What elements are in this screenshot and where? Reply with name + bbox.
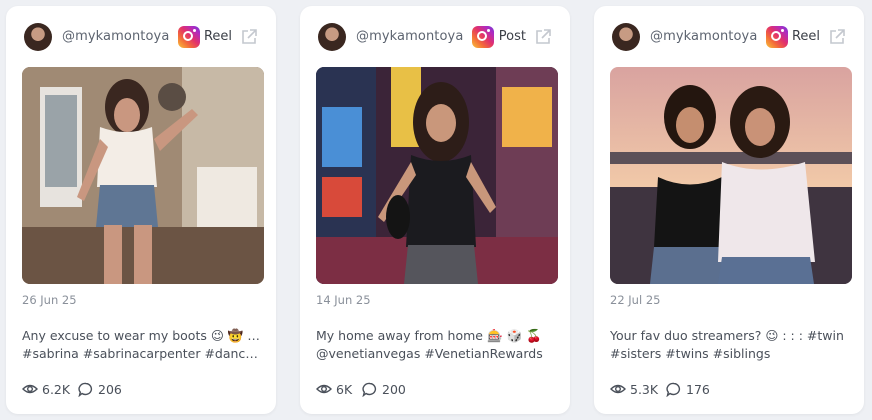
comments-count: 206: [98, 382, 122, 397]
views-count: 6.2K: [42, 382, 71, 397]
views-count: 5.3K: [630, 382, 659, 397]
caption-line: #sabrina #sabrinacarpenter #dance…: [22, 346, 262, 361]
account-handle[interactable]: @mykamontoya: [356, 29, 463, 44]
post-caption: Your fav duo streamers? 😉 : : : #twin #s…: [610, 327, 850, 363]
avatar[interactable]: [318, 23, 346, 51]
avatar[interactable]: [612, 23, 640, 51]
post-type-label: Reel: [203, 29, 232, 44]
post-thumbnail[interactable]: [22, 67, 264, 284]
post-header: @mykamontoya Reel: [612, 22, 846, 52]
comments-count: 176: [686, 382, 710, 397]
caption-line: @venetianvegas #VenetianRewards: [316, 346, 543, 361]
post-date: 26 Jun 25: [22, 293, 77, 307]
external-link-icon[interactable]: [240, 28, 258, 46]
post-caption: Any excuse to wear my boots 😉 🤠 : : : #s…: [22, 327, 262, 363]
post-caption: My home away from home 🎰 🎲 🍒 @venetianve…: [316, 327, 556, 363]
post-thumbnail[interactable]: [610, 67, 852, 284]
post-type-label: Post: [498, 29, 526, 44]
post-header: @mykamontoya Reel: [24, 22, 258, 52]
instagram-icon: [178, 26, 200, 48]
comment-icon: [78, 382, 93, 397]
external-link-icon[interactable]: [534, 28, 552, 46]
avatar[interactable]: [24, 23, 52, 51]
post-card[interactable]: @mykamontoya Reel 22 Jul 25 Your fav duo…: [594, 6, 864, 414]
post-date: 14 Jun 25: [316, 293, 371, 307]
post-header: @mykamontoya Post: [318, 22, 552, 52]
account-handle[interactable]: @mykamontoya: [650, 29, 757, 44]
caption-line: My home away from home 🎰 🎲 🍒: [316, 328, 542, 343]
views-count: 6K: [336, 382, 353, 397]
external-link-icon[interactable]: [828, 28, 846, 46]
account-handle[interactable]: @mykamontoya: [62, 29, 169, 44]
post-card[interactable]: @mykamontoya Post 14 Jun 25 My home away…: [300, 6, 570, 414]
caption-line: #sisters #twins #siblings: [610, 346, 771, 361]
instagram-icon: [472, 26, 494, 48]
comment-icon: [666, 382, 681, 397]
caption-line: Any excuse to wear my boots 😉 🤠 : : :: [22, 328, 262, 343]
eye-icon: [22, 384, 38, 394]
caption-line: Your fav duo streamers? 😉 : : : #twin: [610, 328, 844, 343]
comment-icon: [362, 382, 377, 397]
eye-icon: [316, 384, 332, 394]
post-thumbnail[interactable]: [316, 67, 558, 284]
instagram-icon: [766, 26, 788, 48]
post-card[interactable]: @mykamontoya Reel 26 Jun 25 Any excuse t…: [6, 6, 276, 414]
post-type-label: Reel: [791, 29, 820, 44]
post-date: 22 Jul 25: [610, 293, 661, 307]
eye-icon: [610, 384, 626, 394]
comments-count: 200: [382, 382, 406, 397]
